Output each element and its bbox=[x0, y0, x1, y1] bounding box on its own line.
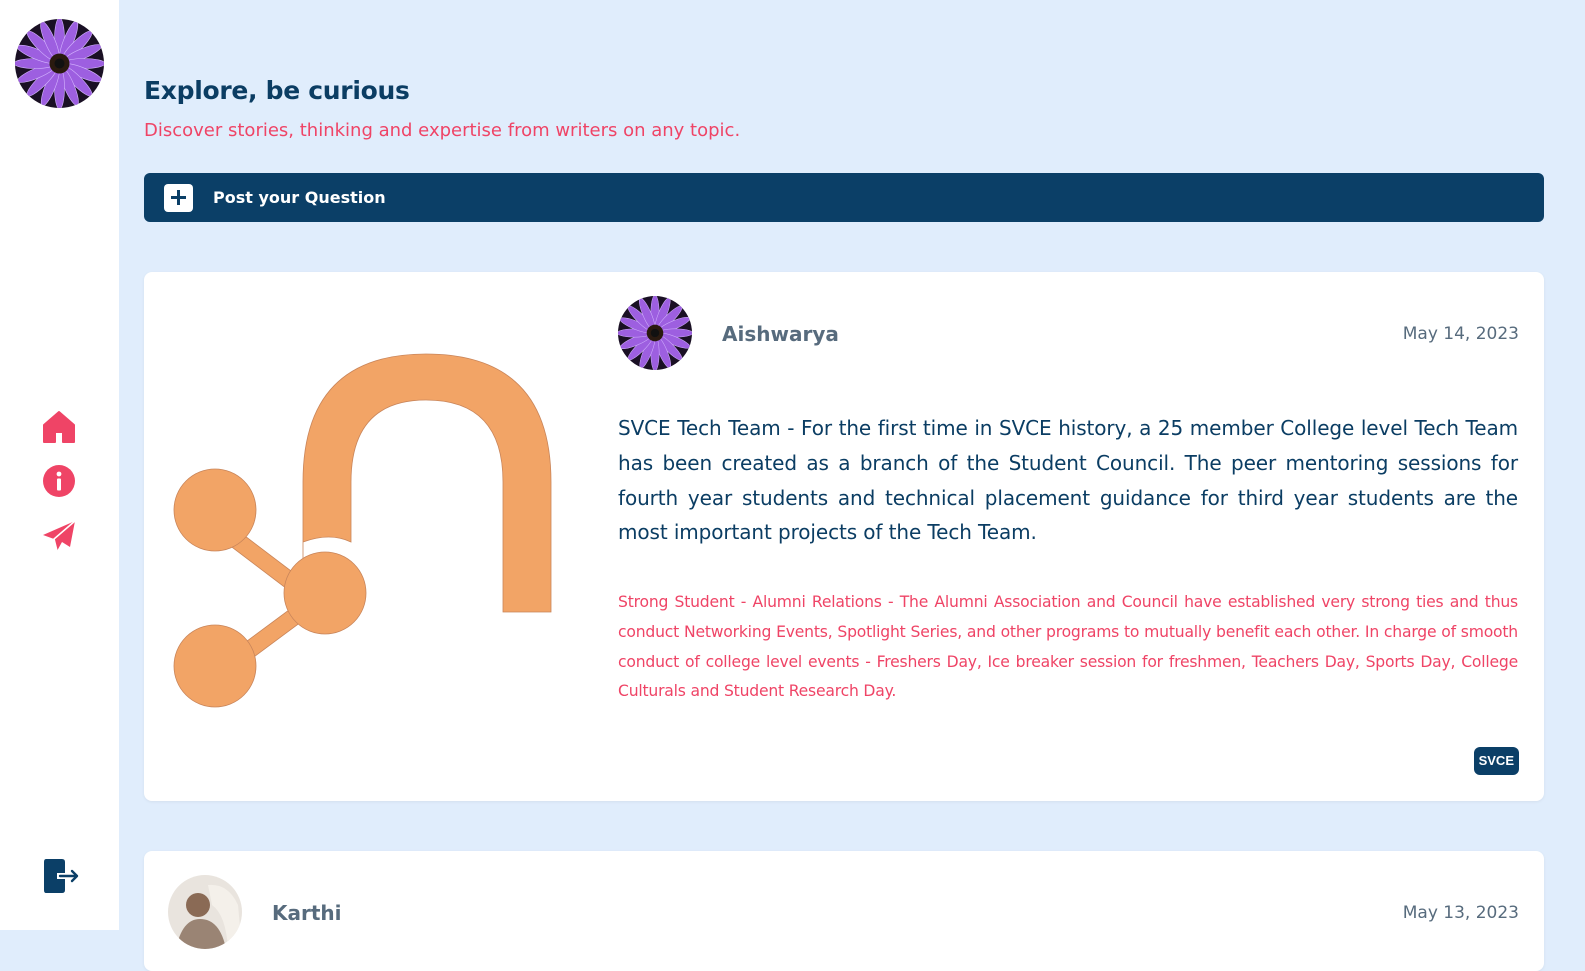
author-name[interactable]: Karthi bbox=[272, 901, 342, 925]
post-card: Karthi May 13, 2023 bbox=[144, 851, 1544, 971]
post-card: Aishwarya May 14, 2023 SVCE Tech Team - … bbox=[144, 272, 1544, 801]
topic-tag[interactable]: SVCE bbox=[1473, 747, 1519, 775]
post-date: May 13, 2023 bbox=[1402, 903, 1519, 923]
post-question-button[interactable]: Post your Question bbox=[144, 173, 1544, 222]
post-date: May 14, 2023 bbox=[1402, 324, 1519, 344]
logout-icon[interactable] bbox=[43, 857, 81, 895]
page-subtitle: Discover stories, thinking and expertise… bbox=[144, 120, 741, 141]
sidebar bbox=[0, 0, 119, 930]
author-avatar[interactable] bbox=[618, 296, 692, 370]
post-question-label: Post your Question bbox=[213, 188, 386, 207]
page-title: Explore, be curious bbox=[144, 76, 410, 105]
question-text: SVCE Tech Team - For the first time in S… bbox=[618, 416, 1518, 545]
user-avatar[interactable] bbox=[15, 19, 104, 108]
plus-icon bbox=[164, 184, 193, 212]
author-avatar[interactable] bbox=[168, 875, 242, 949]
home-icon[interactable] bbox=[41, 409, 77, 445]
send-icon[interactable] bbox=[41, 518, 77, 554]
answer-text: Strong Student - Alumni Relations - The … bbox=[618, 593, 1518, 701]
post-image bbox=[170, 352, 570, 712]
author-name[interactable]: Aishwarya bbox=[722, 322, 839, 346]
info-icon[interactable] bbox=[41, 463, 77, 499]
